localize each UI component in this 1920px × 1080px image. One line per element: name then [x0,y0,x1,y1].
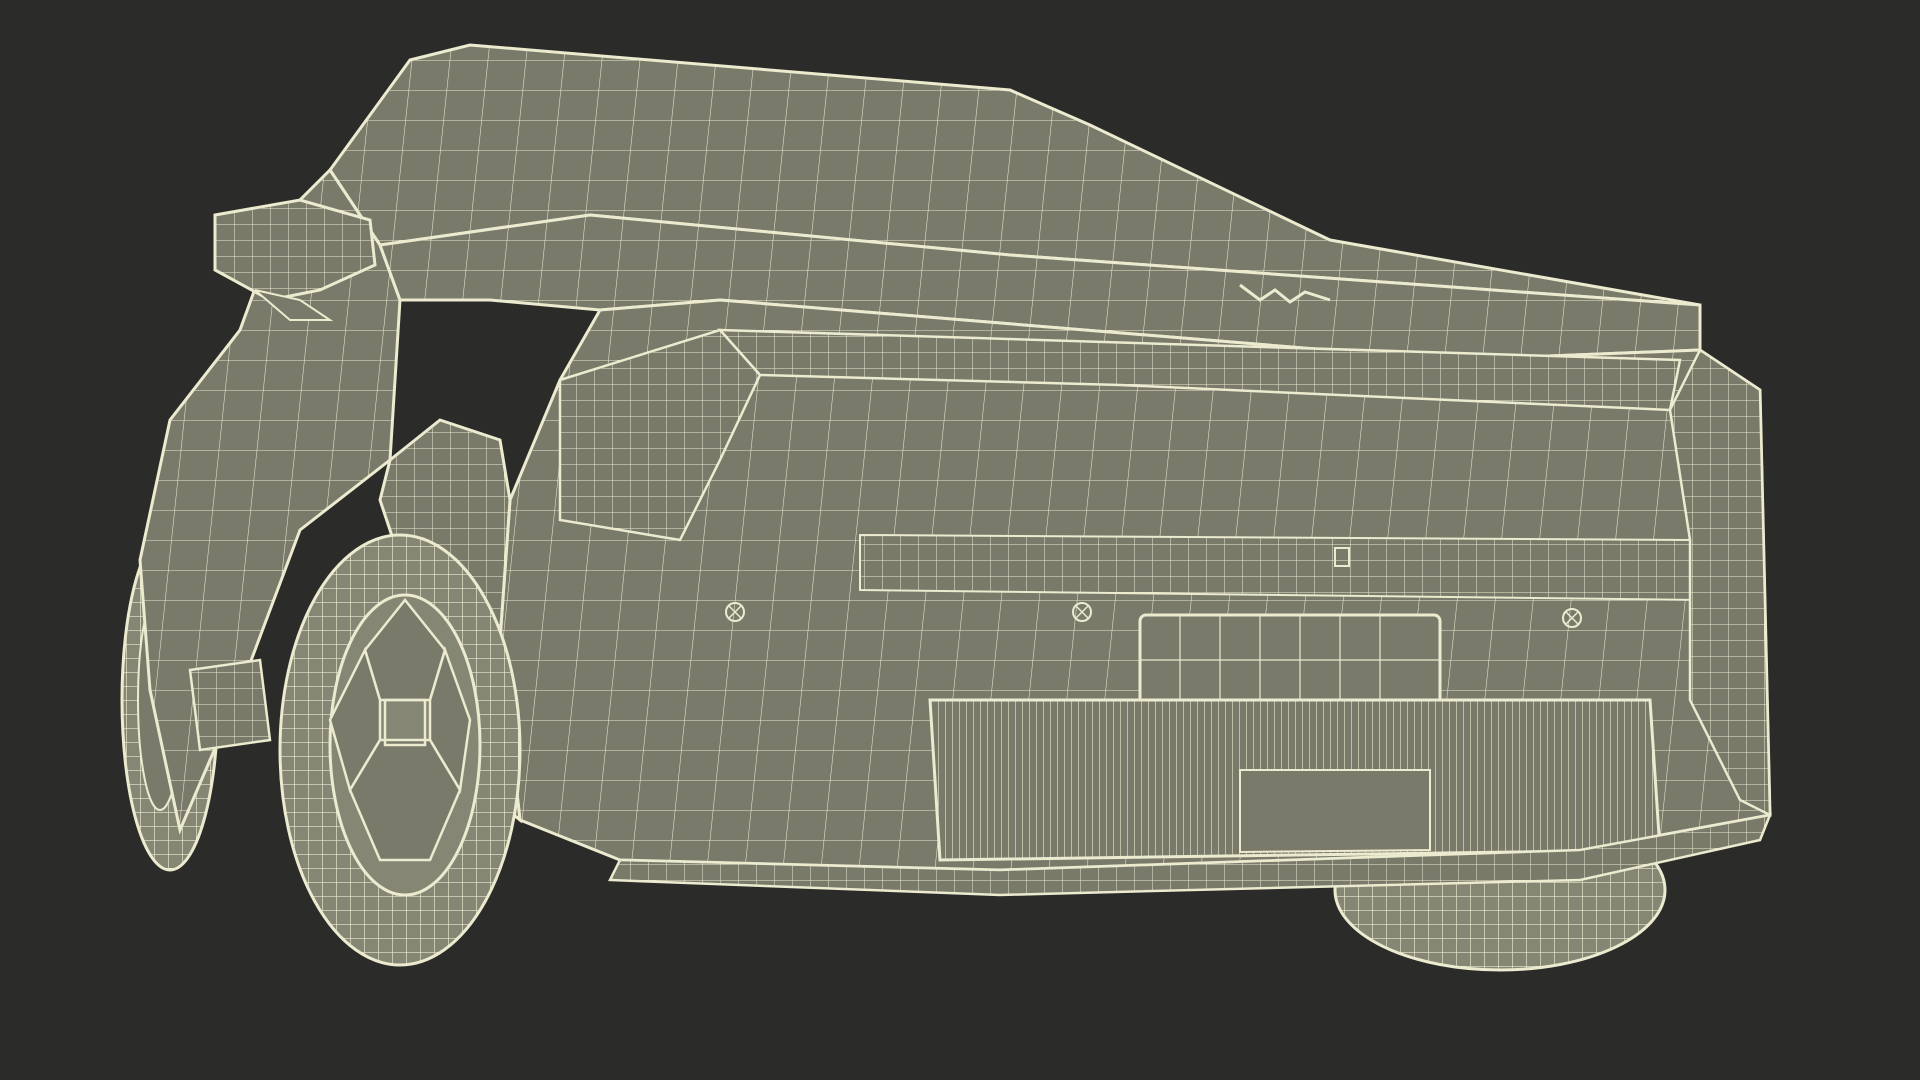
front-left-wheel [278,533,522,967]
side-step [188,658,272,752]
vehicle-front-fascia [498,298,1773,897]
wireframe-render-viewport [0,0,1920,1080]
suv-wireframe-svg [120,43,1773,972]
